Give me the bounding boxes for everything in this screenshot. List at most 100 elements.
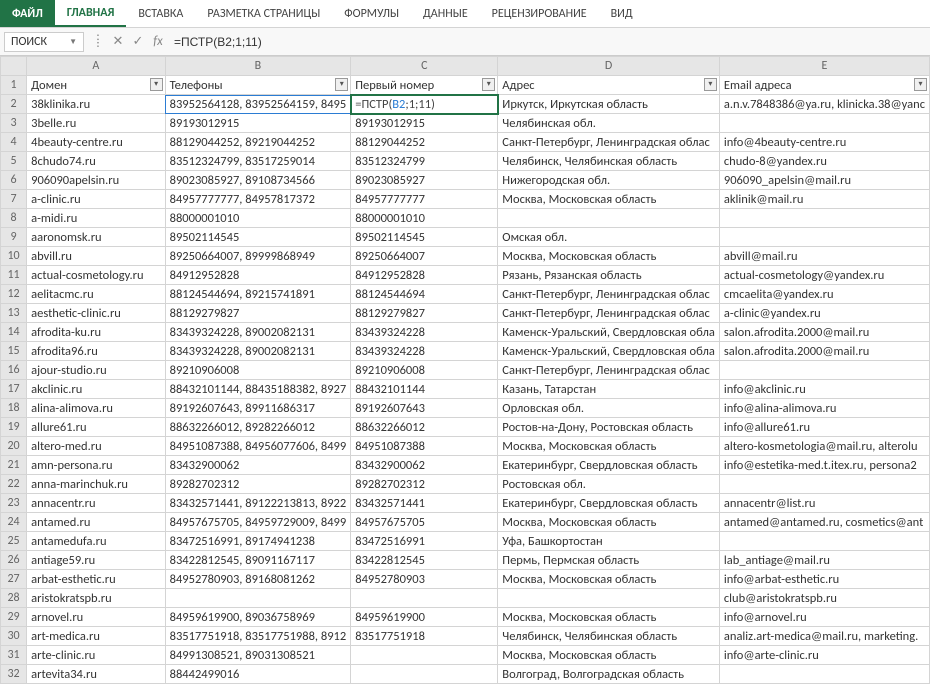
cell-E[interactable]: lab_antiage@mail.ru (719, 551, 929, 570)
cell-D[interactable]: Москва, Московская область (498, 570, 720, 589)
fx-icon[interactable]: fx (148, 34, 168, 49)
cell-C[interactable]: 83432900062 (351, 456, 498, 475)
cell-E[interactable]: 906090_apelsin@mail.ru (719, 171, 929, 190)
cell-B[interactable] (165, 589, 351, 608)
cell-C[interactable]: 89192607643 (351, 399, 498, 418)
cell-E[interactable] (719, 532, 929, 551)
cell-B[interactable]: 89282702312 (165, 475, 351, 494)
cell-A[interactable]: 3belle.ru (27, 114, 166, 133)
cell-D[interactable]: Каменск-Уральский, Свердловская обла (498, 342, 720, 361)
cell-D[interactable]: Рязань, Рязанская область (498, 266, 720, 285)
tab-view[interactable]: ВИД (599, 0, 645, 27)
cell-A[interactable]: 906090apelsin.ru (27, 171, 166, 190)
cell-B[interactable]: 84957675705, 84959729009, 8499 (165, 513, 351, 532)
tab-file[interactable]: ФАЙЛ (0, 0, 55, 27)
row-header[interactable]: 30 (1, 627, 27, 646)
cell-B[interactable]: 83472516991, 89174941238 (165, 532, 351, 551)
row-header[interactable]: 18 (1, 399, 27, 418)
row-header[interactable]: 24 (1, 513, 27, 532)
row-header[interactable]: 20 (1, 437, 27, 456)
cell-A[interactable]: a-midi.ru (27, 209, 166, 228)
select-all-corner[interactable] (1, 57, 27, 76)
cell-E[interactable]: salon.afrodita.2000@mail.ru (719, 323, 929, 342)
cell-D[interactable]: Нижегородская обл. (498, 171, 720, 190)
cell-C[interactable]: 88129044252 (351, 133, 498, 152)
cell-A[interactable]: 4beauty-centre.ru (27, 133, 166, 152)
cell-D[interactable]: Челябинск, Челябинская область (498, 627, 720, 646)
row-header[interactable]: 23 (1, 494, 27, 513)
cell-E[interactable] (719, 475, 929, 494)
cell-A[interactable]: arbat-esthetic.ru (27, 570, 166, 589)
cell-E[interactable]: analiz.art-medica@mail.ru, marketing. (719, 627, 929, 646)
cell-C[interactable]: 83517751918 (351, 627, 498, 646)
sheet-grid[interactable]: A B C D E 1 Домен▾ Телефоны▾ Первый номе… (0, 56, 930, 684)
cell-C[interactable]: 84957777777 (351, 190, 498, 209)
cell-C[interactable]: =ПСТР(B2;1;11) (351, 95, 498, 114)
row-header[interactable]: 15 (1, 342, 27, 361)
cell-E[interactable]: info@akclinic.ru (719, 380, 929, 399)
cell-E[interactable]: antamed@antamed.ru, cosmetics@ant (719, 513, 929, 532)
cell-D[interactable]: Санкт-Петербург, Ленинградская облас (498, 133, 720, 152)
cell-D[interactable]: Казань, Татарстан (498, 380, 720, 399)
cell-E[interactable] (719, 665, 929, 684)
cell-A[interactable]: antamedufa.ru (27, 532, 166, 551)
cell-A[interactable]: arnovel.ru (27, 608, 166, 627)
tab-insert[interactable]: ВСТАВКА (126, 0, 195, 27)
cell-B[interactable]: 84959619900, 89036758969 (165, 608, 351, 627)
header-phones[interactable]: Телефоны▾ (165, 76, 351, 95)
cell-D[interactable]: Екатеринбург, Свердловская область (498, 456, 720, 475)
cell-A[interactable]: annacentr.ru (27, 494, 166, 513)
cell-B[interactable]: 88124544694, 89215741891 (165, 285, 351, 304)
cell-D[interactable]: Москва, Московская область (498, 190, 720, 209)
cell-C[interactable]: 84952780903 (351, 570, 498, 589)
cell-E[interactable] (719, 361, 929, 380)
row-header[interactable]: 21 (1, 456, 27, 475)
cell-D[interactable]: Ростовская обл. (498, 475, 720, 494)
tab-page-layout[interactable]: РАЗМЕТКА СТРАНИЦЫ (195, 0, 332, 27)
row-header[interactable]: 3 (1, 114, 27, 133)
cell-E[interactable]: info@estetika-med.t.itex.ru, persona2 (719, 456, 929, 475)
cell-B[interactable]: 84951087388, 84956077606, 8499 (165, 437, 351, 456)
cell-B[interactable]: 89210906008 (165, 361, 351, 380)
row-header[interactable]: 14 (1, 323, 27, 342)
row-header[interactable]: 22 (1, 475, 27, 494)
cell-B[interactable]: 83422812545, 89091167117 (165, 551, 351, 570)
tab-formulas[interactable]: ФОРМУЛЫ (332, 0, 411, 27)
cell-D[interactable]: Москва, Московская область (498, 513, 720, 532)
cancel-formula-icon[interactable]: ✕ (108, 34, 128, 49)
col-header-B[interactable]: B (165, 57, 351, 76)
row-header[interactable]: 4 (1, 133, 27, 152)
cell-D[interactable]: Челябинск, Челябинская область (498, 152, 720, 171)
cell-C[interactable]: 89193012915 (351, 114, 498, 133)
filter-icon[interactable]: ▾ (914, 78, 927, 91)
cell-A[interactable]: 38klinika.ru (27, 95, 166, 114)
row-header[interactable]: 17 (1, 380, 27, 399)
cell-A[interactable]: a-clinic.ru (27, 190, 166, 209)
chevron-down-icon[interactable]: ▼ (69, 37, 77, 47)
cell-C[interactable]: 89250664007 (351, 247, 498, 266)
cell-B[interactable]: 88129279827 (165, 304, 351, 323)
row-header[interactable]: 7 (1, 190, 27, 209)
cell-A[interactable]: altero-med.ru (27, 437, 166, 456)
cell-C[interactable]: 83439324228 (351, 323, 498, 342)
cell-B[interactable]: 84952780903, 89168081262 (165, 570, 351, 589)
cell-C[interactable]: 88124544694 (351, 285, 498, 304)
cell-D[interactable]: Москва, Московская область (498, 608, 720, 627)
cell-A[interactable]: arte-clinic.ru (27, 646, 166, 665)
row-header[interactable]: 9 (1, 228, 27, 247)
col-header-D[interactable]: D (498, 57, 720, 76)
cell-E[interactable]: info@4beauty-centre.ru (719, 133, 929, 152)
cell-D[interactable]: Санкт-Петербург, Ленинградская облас (498, 285, 720, 304)
filter-icon[interactable]: ▾ (335, 78, 348, 91)
row-header[interactable]: 25 (1, 532, 27, 551)
formula-input[interactable] (168, 33, 930, 51)
cell-C[interactable]: 89210906008 (351, 361, 498, 380)
cell-C[interactable]: 89502114545 (351, 228, 498, 247)
cell-C[interactable] (351, 665, 498, 684)
cell-D[interactable]: Иркутск, Иркутская область (498, 95, 720, 114)
cell-E[interactable]: annacentr@list.ru (719, 494, 929, 513)
cell-A[interactable]: afrodita96.ru (27, 342, 166, 361)
cell-E[interactable] (719, 228, 929, 247)
cell-B[interactable]: 88442499016 (165, 665, 351, 684)
row-header[interactable]: 2 (1, 95, 27, 114)
